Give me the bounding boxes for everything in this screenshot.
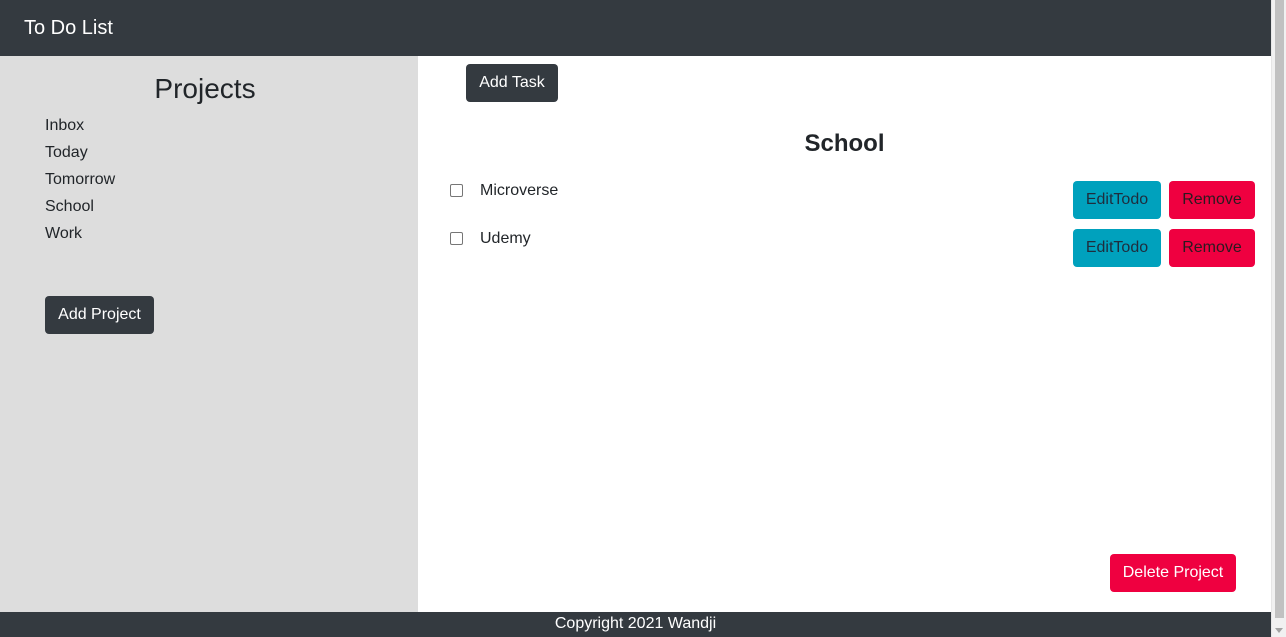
projects-sidebar: Projects Inbox Today Tomorrow School Wor… [0,56,418,612]
project-item-inbox[interactable]: Inbox [45,112,115,139]
project-item-today[interactable]: Today [45,139,115,166]
project-item-work[interactable]: Work [45,220,115,247]
remove-todo-button[interactable]: Remove [1169,229,1255,267]
copyright-text: Copyright 2021 Wandji [554,615,717,632]
navbar: To Do List [0,0,1271,56]
footer: Copyright 2021 Wandji [0,612,1271,637]
todo-checkbox[interactable] [450,232,463,245]
todo-row: Microverse EditTodo Remove [418,181,1271,221]
project-item-school[interactable]: School [45,193,115,220]
project-detail: Add Task School Microverse EditTodo Remo… [418,56,1271,612]
todo-row: Udemy EditTodo Remove [418,229,1271,269]
project-list: Inbox Today Tomorrow School Work [45,112,115,247]
scroll-down-arrow-icon[interactable] [1275,628,1283,633]
todo-title: Microverse [480,182,559,199]
scrollbar-thumb[interactable] [1275,0,1284,618]
todo-checkbox[interactable] [450,184,463,197]
projects-title: Projects [154,73,256,104]
todo-title: Udemy [480,230,531,247]
add-project-button[interactable]: Add Project [45,296,154,334]
add-task-button[interactable]: Add Task [466,64,558,102]
remove-todo-button[interactable]: Remove [1169,181,1255,219]
project-item-tomorrow[interactable]: Tomorrow [45,166,115,193]
navbar-brand[interactable]: To Do List [24,16,113,40]
project-title: School [804,130,885,157]
edit-todo-button[interactable]: EditTodo [1073,229,1161,267]
page-scrollbar[interactable] [1271,0,1286,637]
delete-project-button[interactable]: Delete Project [1110,554,1236,592]
edit-todo-button[interactable]: EditTodo [1073,181,1161,219]
